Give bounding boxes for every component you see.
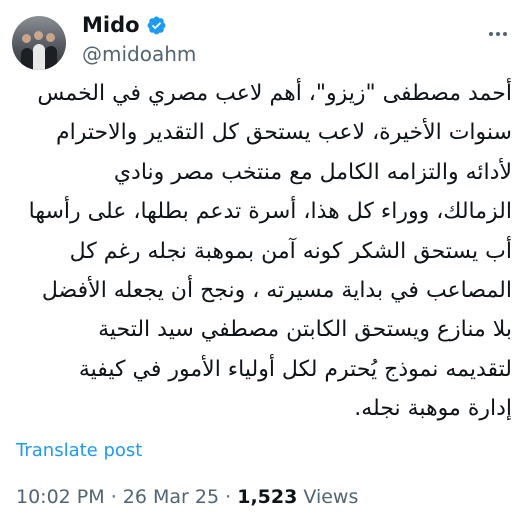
more-options-icon[interactable] xyxy=(486,22,510,46)
author-display-name[interactable]: Mido xyxy=(82,13,140,37)
verified-badge-icon xyxy=(147,16,166,34)
translate-post-link[interactable]: Translate post xyxy=(16,440,142,461)
post-text-line: المصاعب في بداية مسيرته ، ونجح أن يجعله … xyxy=(41,278,512,304)
avatar-figure-head xyxy=(46,33,55,42)
post-date[interactable]: 26 Mar 25 xyxy=(123,486,219,508)
author-name-row[interactable]: Mido xyxy=(82,10,167,40)
avatar-figure-head xyxy=(22,34,31,43)
post-text: أحمد مصطفى "زيزو"، أهم لاعب مصري في الخم… xyxy=(16,74,512,429)
avatar[interactable] xyxy=(12,16,66,70)
post-text-line: بلا منازع ويستحق الكابتن مصطفي سيد التحي… xyxy=(98,317,512,343)
post-text-line: لأدائه والتزامه الكامل مع منتخب مصر وناد… xyxy=(113,159,512,185)
post-time[interactable]: 10:02 PM xyxy=(16,486,105,508)
post-text-line: لتقديمه نموذج يُحترم لكل أولياء الأمور ف… xyxy=(78,356,512,382)
author-handle[interactable]: @midoahm xyxy=(82,42,196,66)
post-text-line: أب يستحق الشكر كونه آمن بموهبة نجله رغم … xyxy=(69,238,512,264)
post-text-line: أحمد مصطفى "زيزو"، أهم لاعب مصري في الخم… xyxy=(37,81,512,106)
avatar-figure xyxy=(21,48,33,70)
post-metadata: 10:02 PM · 26 Mar 25 · 1,523 Views xyxy=(16,486,358,508)
post-text-line: الزمالك، ووراء كل هذا، أسرة تدعم بطلها، … xyxy=(28,199,512,225)
meta-separator: · xyxy=(110,486,117,508)
avatar-figure-head xyxy=(34,31,43,40)
post-text-line: إدارة موهبة نجله. xyxy=(354,396,512,422)
avatar-figure xyxy=(45,46,57,70)
views-count: 1,523 xyxy=(237,486,298,508)
meta-separator: · xyxy=(225,486,232,508)
views-label: Views xyxy=(303,486,359,508)
avatar-figure xyxy=(33,44,45,70)
post-text-line: سنوات الأخيرة، لاعب يستحق كل التقدير وال… xyxy=(55,120,512,146)
post-header: Mido @midoahm xyxy=(0,0,526,74)
